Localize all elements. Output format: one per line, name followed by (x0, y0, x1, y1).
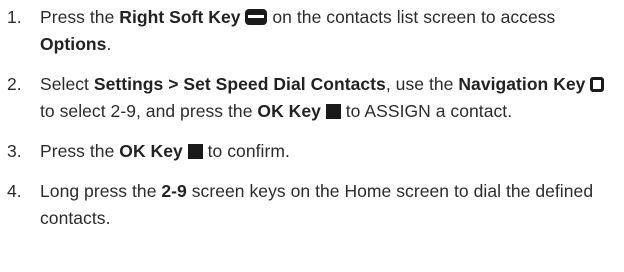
right-soft-key-icon (245, 9, 268, 25)
step-text: . (106, 34, 112, 54)
step-text: Press the (40, 141, 120, 161)
step-number: 2. (7, 74, 22, 94)
step-text: Long press the (40, 181, 162, 201)
step-text: Press the (40, 7, 120, 27)
step-2: 2. Select Settings > Set Speed Dial Conta… (0, 71, 624, 125)
step-3: 3. Press the OK Key to confirm. (0, 138, 624, 165)
step-1: 1. Press the Right Soft Key on the contac… (0, 4, 624, 58)
step-text: on the contacts list screen to access (267, 7, 556, 27)
step-text: to confirm. (202, 141, 290, 161)
step-text: Select (40, 74, 94, 94)
step-number: 3. (7, 141, 22, 161)
key-name-right-soft-key: Right Soft Key (119, 7, 241, 27)
step-text: to select 2-9, and press the (40, 101, 258, 121)
key-name-ok-key: OK Key (257, 101, 321, 121)
key-name-navigation-key: Navigation Key (458, 74, 586, 94)
step-number: 1. (7, 7, 22, 27)
step-number: 4. (7, 181, 22, 201)
key-name-ok-key: OK Key (119, 141, 183, 161)
step-text: , use the (385, 74, 459, 94)
instruction-steps: 1. Press the Right Soft Key on the contac… (0, 4, 624, 232)
navigation-key-icon (590, 77, 605, 92)
menu-path-settings: Settings > Set Speed Dial Contacts (93, 74, 386, 94)
ok-key-icon (325, 104, 341, 119)
step-4: 4. Long press the 2-9 screen keys on the … (0, 178, 624, 232)
key-range-2-9: 2-9 (161, 181, 187, 201)
menu-name-options: Options (40, 34, 107, 54)
ok-key-icon (187, 144, 203, 159)
step-text: to ASSIGN a contact. (340, 101, 513, 121)
